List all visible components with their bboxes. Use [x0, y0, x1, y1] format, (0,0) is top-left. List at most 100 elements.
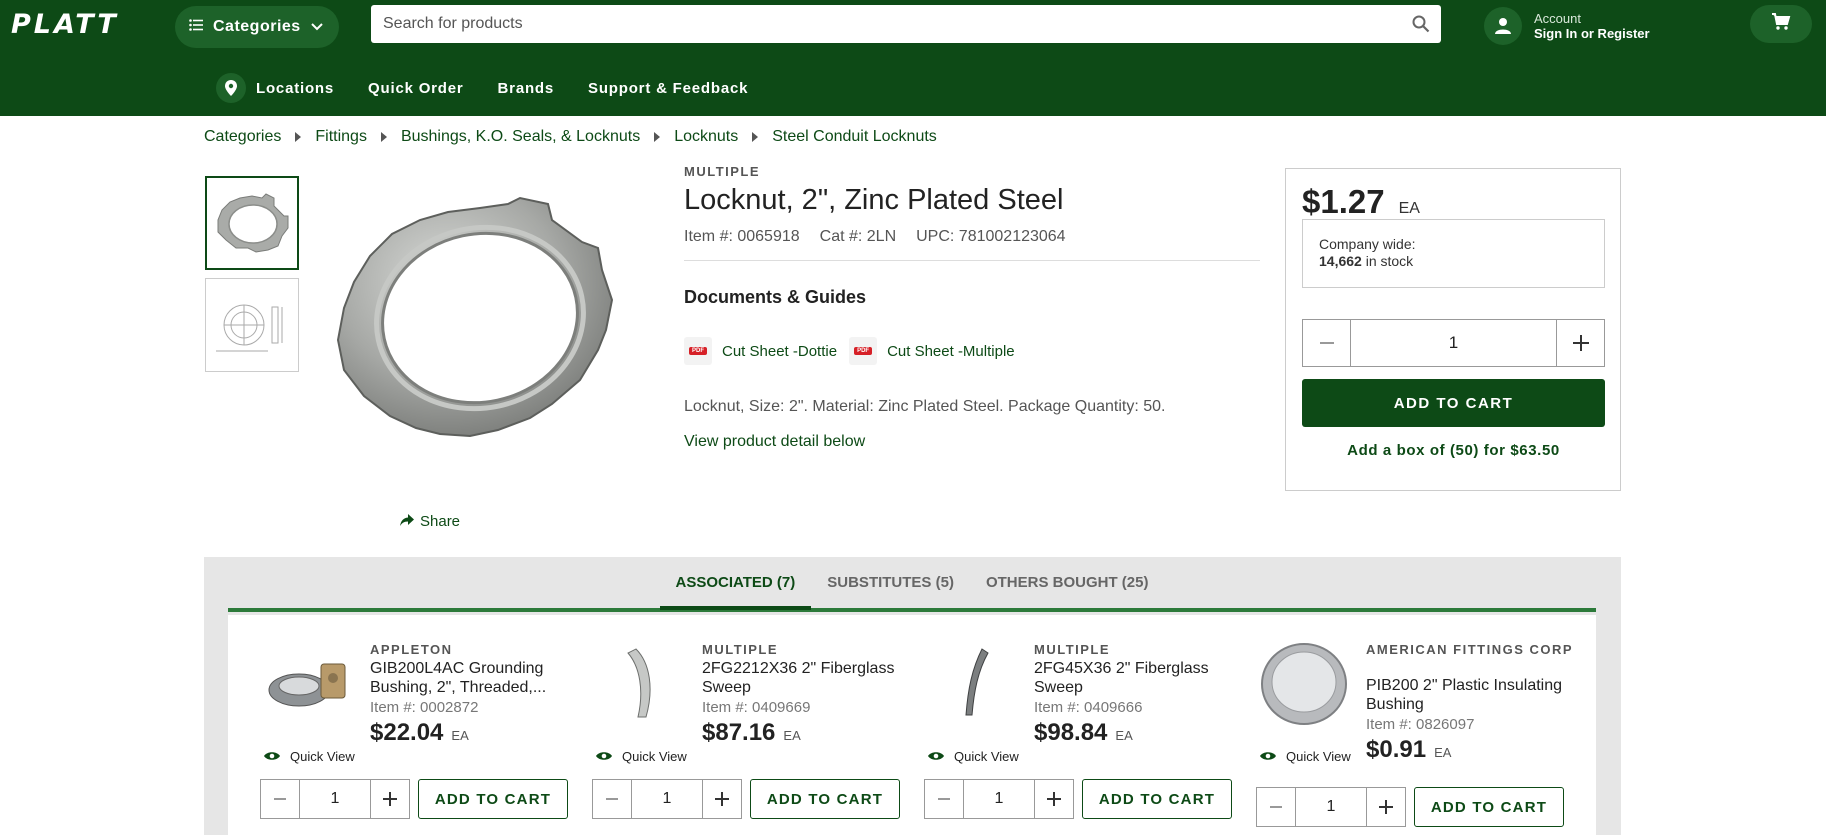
card-quantity-input[interactable]: 1 — [963, 780, 1035, 818]
product-brand: MULTIPLE — [684, 164, 761, 179]
tab-associated[interactable]: ASSOCIATED (7) — [659, 559, 812, 610]
eye-icon — [596, 749, 612, 764]
card-brand: MULTIPLE — [702, 642, 779, 657]
quantity-input[interactable]: 1 — [1350, 320, 1557, 366]
user-icon — [1484, 7, 1522, 45]
cart-icon — [1771, 12, 1791, 36]
quick-view-link[interactable]: Quick View — [596, 749, 687, 764]
card-product-name[interactable]: 2FG45X36 2" Fiberglass Sweep — [1034, 659, 1234, 697]
search-input[interactable] — [371, 5, 1401, 43]
decrease-quantity-button[interactable] — [1257, 788, 1295, 826]
card-add-to-cart-button[interactable]: ADD TO CART — [1082, 779, 1232, 819]
card-quantity-stepper: 1 — [924, 779, 1074, 819]
stock-count: 14,662 — [1319, 253, 1362, 269]
card-quantity-input[interactable]: 1 — [1295, 788, 1367, 826]
eye-icon — [1260, 749, 1276, 764]
product-card: AMERICAN FITTINGS CORP PIB200 2" Plastic… — [1256, 615, 1586, 835]
product-card: APPLETON GIB200L4AC Grounding Bushing, 2… — [260, 615, 590, 835]
thumbnail-locknut-drawing[interactable] — [205, 278, 299, 372]
breadcrumb-bushings[interactable]: Bushings, K.O. Seals, & Locknuts — [401, 128, 640, 146]
cut-sheet-dottie-link[interactable]: PDF Cut Sheet -Dottie — [684, 337, 837, 365]
quick-view-link[interactable]: Quick View — [928, 749, 1019, 764]
card-price: $22.04 EA — [370, 719, 469, 746]
product-title: Locknut, 2", Zinc Plated Steel — [684, 184, 1064, 216]
decrease-quantity-button[interactable] — [593, 780, 631, 818]
categories-label: Categories — [213, 18, 301, 35]
increase-quantity-button[interactable] — [1367, 788, 1405, 826]
quick-view-link[interactable]: Quick View — [1260, 749, 1351, 764]
decrease-quantity-button[interactable] — [925, 780, 963, 818]
product-identifiers: Item #: 0065918 Cat #: 2LN UPC: 78100212… — [684, 228, 1066, 246]
thumbnail-locknut-photo[interactable] — [205, 176, 299, 270]
search-icon[interactable] — [1401, 5, 1441, 43]
product-thumbnail[interactable] — [592, 635, 687, 730]
card-product-name[interactable]: GIB200L4AC Grounding Bushing, 2", Thread… — [370, 659, 570, 697]
item-number: Item #: 0065918 — [684, 228, 800, 245]
account-menu[interactable]: Account Sign In or Register — [1484, 5, 1684, 47]
cart-button[interactable] — [1750, 5, 1812, 43]
nav-quick-order[interactable]: Quick Order — [368, 80, 464, 97]
recommendations-panel: ASSOCIATED (7) SUBSTITUTES (5) OTHERS BO… — [204, 557, 1621, 835]
increase-quantity-button[interactable] — [1557, 320, 1604, 366]
add-box-offer-link[interactable]: Add a box of (50) for $63.50 — [1302, 442, 1605, 459]
breadcrumb-steel-conduit-locknuts[interactable]: Steel Conduit Locknuts — [772, 128, 937, 146]
pdf-icon: PDF — [849, 337, 878, 365]
price-amount: $1.27 — [1302, 183, 1385, 220]
nav-support-feedback[interactable]: Support & Feedback — [588, 80, 748, 97]
card-add-to-cart-button[interactable]: ADD TO CART — [1414, 787, 1564, 827]
breadcrumb-categories[interactable]: Categories — [204, 128, 281, 146]
location-pin-icon — [216, 73, 246, 103]
platt-logo[interactable]: PLATT — [11, 9, 119, 40]
eye-icon — [264, 749, 280, 764]
product-thumbnail[interactable] — [260, 635, 355, 730]
product-card: MULTIPLE 2FG2212X36 2" Fiberglass Sweep … — [592, 615, 922, 835]
breadcrumb-separator-icon — [752, 132, 759, 142]
breadcrumb: Categories Fittings Bushings, K.O. Seals… — [204, 128, 937, 146]
nav-locations[interactable]: Locations — [216, 73, 334, 103]
price-uom: EA — [1398, 200, 1420, 217]
increase-quantity-button[interactable] — [1035, 780, 1073, 818]
increase-quantity-button[interactable] — [703, 780, 741, 818]
share-button[interactable]: Share — [400, 513, 460, 530]
cut-sheet-multiple-link[interactable]: PDF Cut Sheet -Multiple — [849, 337, 1015, 365]
card-quantity-input[interactable]: 1 — [299, 780, 371, 818]
share-label: Share — [420, 513, 461, 530]
menu-icon — [189, 18, 203, 36]
add-to-cart-button[interactable]: ADD TO CART — [1302, 379, 1605, 427]
breadcrumb-fittings[interactable]: Fittings — [315, 128, 367, 146]
decrease-quantity-button[interactable] — [261, 780, 299, 818]
categories-button[interactable]: Categories — [175, 6, 339, 48]
buy-box: $1.27 EA Company wide: 14,662 in stock 1… — [1285, 168, 1621, 491]
tab-others-bought[interactable]: OTHERS BOUGHT (25) — [970, 557, 1165, 608]
nav-brands[interactable]: Brands — [498, 80, 554, 97]
eye-icon — [928, 749, 944, 764]
decrease-quantity-button[interactable] — [1303, 320, 1350, 366]
card-item-number: Item #: 0409666 — [1034, 699, 1143, 716]
card-brand: AMERICAN FITTINGS CORP — [1366, 642, 1574, 657]
increase-quantity-button[interactable] — [371, 780, 409, 818]
card-product-name[interactable]: 2FG2212X36 2" Fiberglass Sweep — [702, 659, 902, 697]
view-product-detail-link[interactable]: View product detail below — [684, 433, 865, 451]
recommendation-cards: APPLETON GIB200L4AC Grounding Bushing, 2… — [228, 615, 1596, 835]
card-item-number: Item #: 0002872 — [370, 699, 479, 716]
upc-number: UPC: 781002123064 — [916, 228, 1066, 245]
tab-substitutes[interactable]: SUBSTITUTES (5) — [811, 557, 970, 608]
card-quantity-stepper: 1 — [260, 779, 410, 819]
product-thumbnail[interactable] — [1256, 635, 1351, 730]
company-wide-label: Company wide: — [1319, 236, 1416, 252]
stock-info: Company wide: 14,662 in stock — [1302, 219, 1605, 288]
product-card: MULTIPLE 2FG45X36 2" Fiberglass Sweep It… — [924, 615, 1254, 835]
product-thumbnail[interactable] — [924, 635, 1019, 730]
product-main-image[interactable] — [330, 190, 640, 460]
recommendation-tabs: ASSOCIATED (7) SUBSTITUTES (5) OTHERS BO… — [228, 557, 1596, 612]
card-add-to-cart-button[interactable]: ADD TO CART — [750, 779, 900, 819]
card-product-name[interactable]: PIB200 2" Plastic Insulating Bushing — [1366, 676, 1566, 714]
breadcrumb-separator-icon — [295, 132, 302, 142]
card-quantity-stepper: 1 — [592, 779, 742, 819]
card-add-to-cart-button[interactable]: ADD TO CART — [418, 779, 568, 819]
card-quantity-input[interactable]: 1 — [631, 780, 703, 818]
breadcrumb-locknuts[interactable]: Locknuts — [674, 128, 738, 146]
quick-view-link[interactable]: Quick View — [264, 749, 355, 764]
sign-in-link[interactable]: Sign In or Register — [1534, 26, 1650, 41]
card-item-number: Item #: 0826097 — [1366, 716, 1475, 733]
